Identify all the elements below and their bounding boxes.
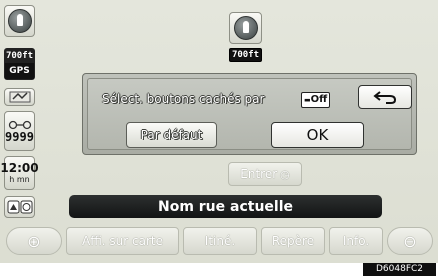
route-icon — [8, 120, 31, 129]
map-mode-icon — [9, 91, 30, 103]
gps-label: GPS — [5, 63, 34, 79]
hidden-buttons-value-text: Off — [310, 94, 328, 105]
zoom-in-icon: ⊕ — [27, 231, 41, 251]
zoom-out-icon: ⊖ — [403, 231, 417, 251]
marker-button[interactable]: Repère — [261, 227, 325, 255]
figure-code: D6048FC2 — [363, 263, 436, 276]
hidden-buttons-value: ▬Off — [301, 92, 331, 108]
navigation-screen: 700ft GPS 9999 12:00 h mn 700ft Sélect. … — [0, 0, 438, 263]
back-arrow-icon — [373, 91, 397, 104]
map-info-button[interactable]: Affi. sur carte — [66, 227, 179, 255]
route-button[interactable]: Itiné. — [183, 227, 257, 255]
badge-arrow-icon: ▬ — [304, 96, 311, 104]
clock-unit: h mn — [9, 175, 30, 184]
street-name: Nom rue actuelle — [157, 198, 294, 215]
zoom-in-button[interactable]: ⊕ — [6, 227, 62, 255]
compass-center-button[interactable] — [229, 12, 262, 44]
trip-odometer[interactable]: 9999 — [4, 111, 35, 151]
compass-button[interactable] — [4, 5, 35, 37]
current-street-bar: Nom rue actuelle — [69, 195, 382, 218]
clock-time: 12:00 — [0, 161, 39, 175]
clock-icon: ◷ — [280, 167, 290, 181]
scale-center-indicator: 700ft — [229, 48, 262, 62]
hidden-buttons-dialog: Sélect. boutons cachés par ▬Off Par défa… — [82, 73, 417, 155]
back-button[interactable] — [358, 85, 412, 109]
map-orientation-icon — [7, 200, 32, 214]
dialog-body: Sélect. boutons cachés par ▬Off Par défa… — [87, 78, 412, 150]
compass-icon — [7, 9, 32, 33]
scale-center-label: 700ft — [231, 50, 260, 60]
map-orientation-button[interactable] — [4, 196, 35, 218]
info-button[interactable]: Info. — [329, 227, 383, 255]
clock-display: 12:00 h mn — [0, 156, 39, 190]
default-button[interactable]: Par défaut — [126, 122, 217, 148]
scale-indicator: 700ft GPS — [4, 48, 35, 80]
compass-center-icon — [233, 16, 258, 40]
scale-label: 700ft — [5, 49, 34, 63]
enter-label: Entrer — [240, 167, 278, 181]
map-mode-button[interactable] — [4, 88, 35, 106]
zoom-out-button[interactable]: ⊖ — [387, 227, 433, 255]
enter-button[interactable]: Entrer ◷ — [228, 162, 302, 186]
ok-button[interactable]: OK — [271, 122, 364, 148]
odometer-value: 9999 — [5, 129, 34, 144]
hidden-buttons-label: Sélect. boutons cachés par — [102, 92, 265, 106]
